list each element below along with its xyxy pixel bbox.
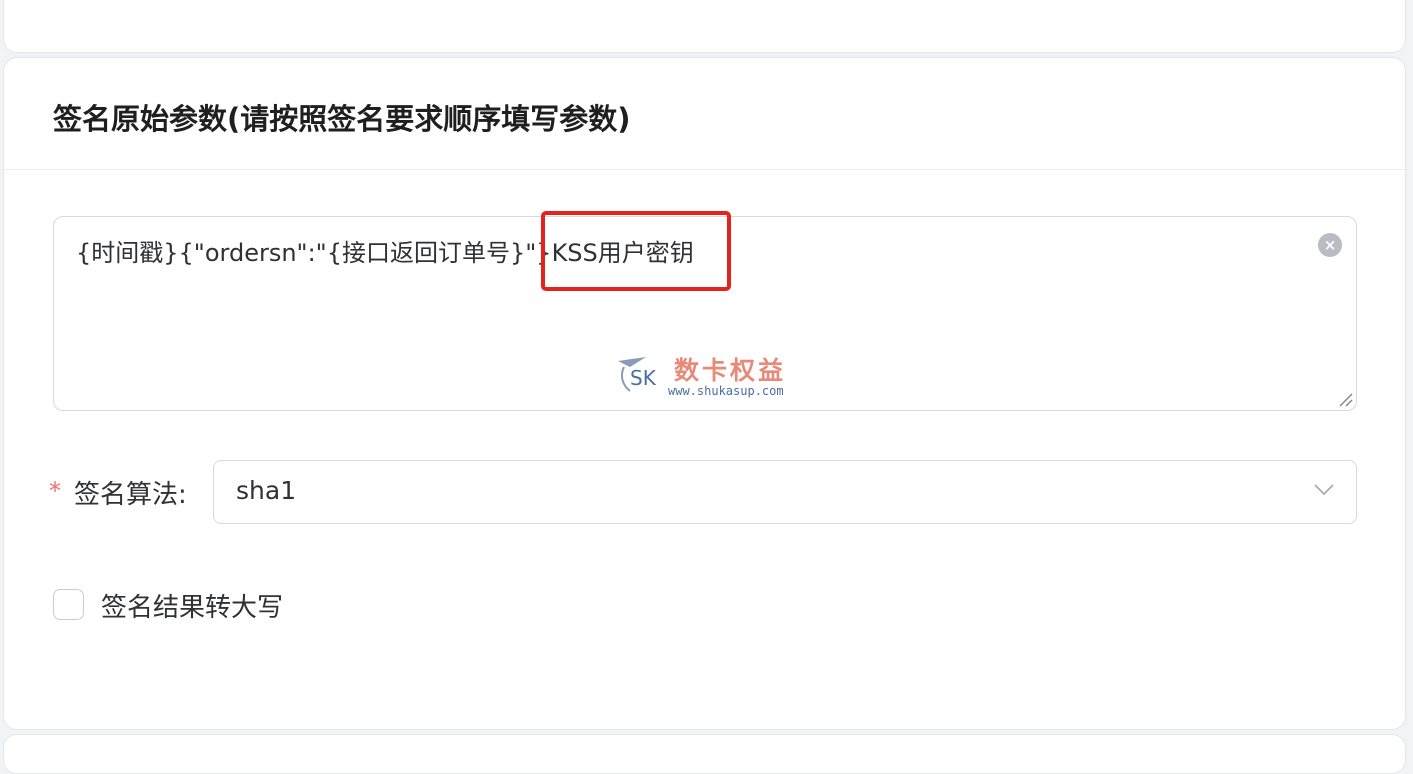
next-section-card (3, 734, 1406, 774)
watermark-brand: 数卡权益 (674, 356, 787, 385)
watermark-url: www.shukasup.com (668, 384, 784, 398)
algorithm-label: 签名算法: (74, 480, 187, 510)
algorithm-select[interactable]: sha1 (213, 460, 1357, 524)
resize-handle-icon[interactable] (1336, 390, 1354, 408)
algorithm-form-row: * 签名算法: sha1 (49, 460, 1359, 524)
uppercase-checkbox-label[interactable]: 签名结果转大写 (101, 587, 283, 624)
signature-params-card: 签名原始参数(请按照签名要求顺序填写参数) {时间戳}{"ordersn":"{… (3, 57, 1406, 730)
section-title: 签名原始参数(请按照签名要求顺序填写参数) (53, 102, 631, 136)
watermark-logo: SK 数卡权益 www.shukasup.com (616, 351, 816, 399)
uppercase-checkbox[interactable] (53, 589, 84, 620)
uppercase-option[interactable]: 签名结果转大写 (53, 586, 453, 626)
card-header: 签名原始参数(请按照签名要求顺序填写参数) (4, 58, 1405, 170)
params-textarea-value: {时间戳}{"ordersn":"{接口返回订单号}"}KSS用户密钥 (76, 239, 694, 267)
watermark-logo-icon: SK (618, 357, 657, 392)
clear-icon[interactable]: × (1318, 233, 1342, 257)
chevron-down-icon[interactable] (1314, 483, 1334, 497)
watermark-logo-text: SK (630, 366, 657, 390)
algorithm-selected-value: sha1 (236, 476, 297, 505)
previous-section-card (3, 0, 1406, 53)
required-marker: * (49, 477, 61, 505)
